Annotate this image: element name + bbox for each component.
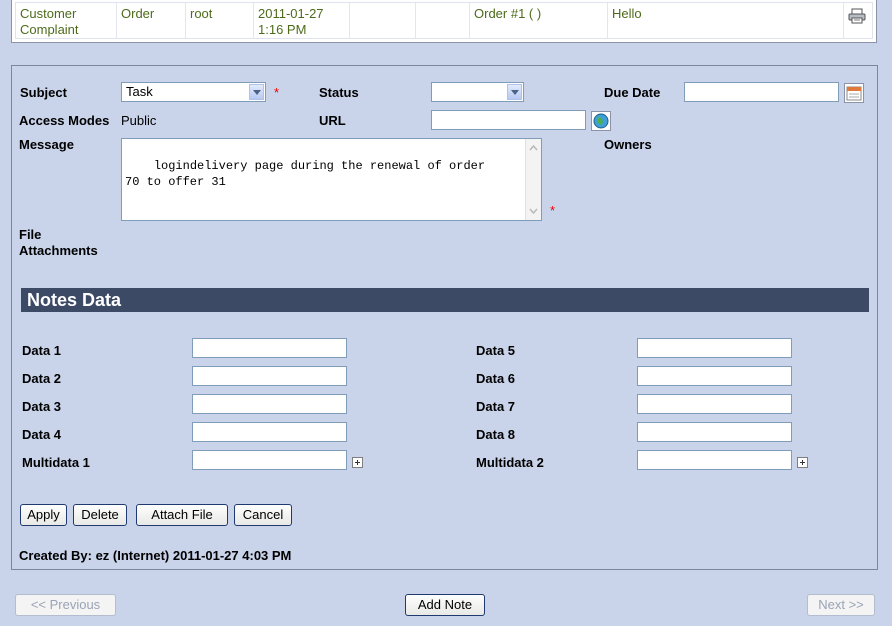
note-col5-cell [350, 3, 416, 38]
created-by-text: Created By: ez (Internet) 2011-01-27 4:0… [19, 548, 292, 563]
data-5-label: Data 5 [476, 343, 516, 358]
note-date-line1: 2011-01-27 [258, 6, 324, 21]
data-6-label: Data 6 [476, 371, 516, 386]
apply-button[interactable]: Apply [20, 504, 67, 526]
notes-list-row[interactable]: Customer Complaint Order root 2011-01-27… [15, 2, 873, 39]
data-7-label: Data 7 [476, 399, 516, 414]
data-7-input[interactable] [637, 394, 792, 414]
note-date-line2: 1:16 PM [258, 22, 307, 37]
data-8-input[interactable] [637, 422, 792, 442]
scroll-up-icon[interactable] [528, 141, 539, 155]
printer-icon[interactable] [848, 8, 866, 24]
due-date-label: Due Date [604, 85, 661, 100]
file-attachments-line2: Attachments [19, 243, 98, 258]
note-date-cell: 2011-01-27 1:16 PM [254, 3, 350, 38]
cancel-button[interactable]: Cancel [234, 504, 292, 526]
multidata-2-input[interactable] [637, 450, 792, 470]
url-input[interactable] [431, 110, 586, 130]
data-8-label: Data 8 [476, 427, 516, 442]
note-regarding-text: Order [121, 6, 155, 21]
multidata-1-input[interactable] [192, 450, 347, 470]
note-regarding-cell: Order [117, 3, 186, 38]
delete-button[interactable]: Delete [73, 504, 127, 526]
expand-plus-icon[interactable] [797, 457, 808, 468]
subject-label: Subject [20, 85, 67, 100]
previous-button[interactable]: << Previous [15, 594, 116, 616]
expand-plus-icon[interactable] [352, 457, 363, 468]
subject-required-mark: * [274, 85, 280, 100]
note-user-text: root [190, 6, 213, 21]
owners-label: Owners [604, 137, 652, 152]
subject-select-value: Task [126, 84, 153, 99]
chevron-down-icon [249, 84, 264, 100]
message-required-mark: * [550, 203, 556, 218]
globe-icon[interactable] [591, 111, 611, 131]
note-edit-panel: Subject Task * Status Due Date Access Mo… [11, 65, 878, 570]
data-6-input[interactable] [637, 366, 792, 386]
due-date-input[interactable] [684, 82, 839, 102]
chevron-down-icon [507, 84, 522, 100]
note-message-text: Hello [612, 6, 642, 21]
note-message-cell: Hello [608, 3, 844, 38]
data-2-label: Data 2 [22, 371, 62, 386]
access-modes-value: Public [121, 113, 157, 128]
subject-select[interactable]: Task [121, 82, 266, 102]
data-5-input[interactable] [637, 338, 792, 358]
multidata-1-label: Multidata 1 [22, 455, 90, 470]
note-subject-text: Order #1 ( ) [474, 6, 542, 21]
note-col6-cell [416, 3, 470, 38]
notes-list-table: Customer Complaint Order root 2011-01-27… [11, 0, 877, 43]
data-1-label: Data 1 [22, 343, 62, 358]
url-label: URL [319, 113, 346, 128]
data-3-input[interactable] [192, 394, 347, 414]
message-scrollbar[interactable] [525, 139, 541, 220]
attach-file-button[interactable]: Attach File [136, 504, 228, 526]
data-4-input[interactable] [192, 422, 347, 442]
note-type-cell: Customer Complaint [16, 3, 117, 38]
scroll-down-icon[interactable] [528, 204, 539, 218]
data-1-input[interactable] [192, 338, 347, 358]
note-type-line1: Customer [20, 6, 77, 21]
multidata-2-label: Multidata 2 [476, 455, 544, 470]
file-attachments-line1: File [19, 227, 42, 242]
data-3-label: Data 3 [22, 399, 62, 414]
message-textarea[interactable]: logindelivery page during the renewal of… [121, 138, 542, 221]
status-label: Status [319, 85, 359, 100]
access-modes-label: Access Modes [19, 113, 110, 128]
calendar-icon[interactable] [844, 83, 864, 103]
data-2-input[interactable] [192, 366, 347, 386]
status-select[interactable] [431, 82, 524, 102]
note-subject-cell: Order #1 ( ) [470, 3, 608, 38]
notes-data-header: Notes Data [21, 288, 869, 312]
message-label: Message [19, 137, 74, 152]
note-type-line2: Complaint [20, 22, 79, 37]
message-text: logindelivery page during the renewal of… [125, 159, 486, 189]
file-attachments-label: File Attachments [19, 227, 98, 259]
add-note-button[interactable]: Add Note [405, 594, 485, 616]
next-button[interactable]: Next >> [807, 594, 875, 616]
data-4-label: Data 4 [22, 427, 62, 442]
note-user-cell: root [186, 3, 254, 38]
